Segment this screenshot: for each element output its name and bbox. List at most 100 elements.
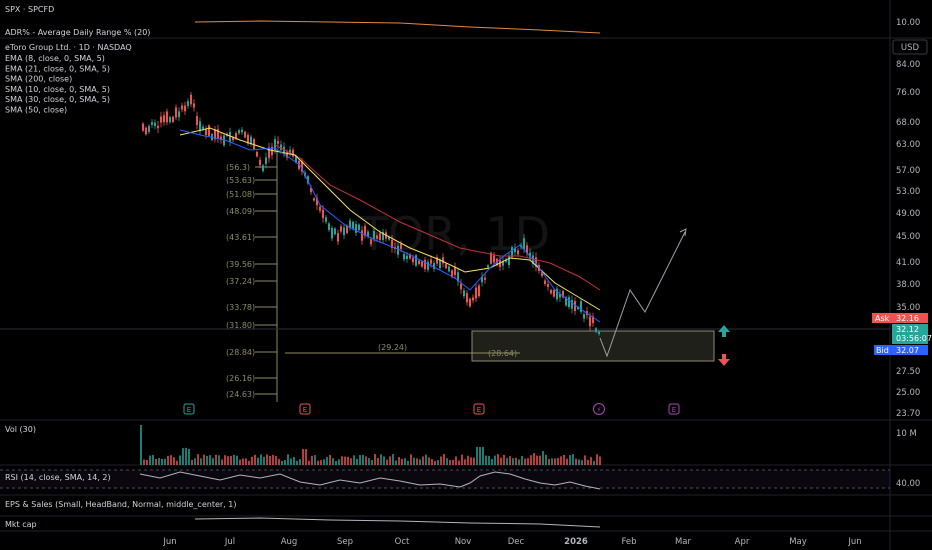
volume-bar [596,454,598,465]
candle-body [331,227,333,239]
volume-bar [179,455,181,465]
candle-body [553,290,555,297]
volume-bar [233,454,235,465]
volume-bar [554,458,556,465]
candle-body [328,223,330,230]
candle-body [175,107,177,118]
volume-bar [347,456,349,465]
candle-body [241,129,243,133]
volume-bar [389,456,391,465]
candle-body [484,277,486,280]
volume-bar [530,455,532,465]
main-chart-title[interactable]: eToro Group Ltd. · 1D · NASDAQ [5,43,132,52]
indicator-legend-item[interactable]: SMA (30, close, 0, SMA, 5) [5,95,110,104]
candle-body [472,297,474,301]
candle-body [229,132,231,142]
candle-body [400,244,402,249]
zone-label-lower: (28.64) [488,349,517,358]
candle-body [487,265,489,268]
chart-root[interactable]: TOR, 1D SPX · SPCFD ADR% - Average Daily… [0,0,932,550]
candle-body [166,111,168,123]
volume-bar [572,454,574,465]
candle-body [292,149,294,157]
earnings-marker-label: E [187,406,191,414]
candle-body [442,257,444,264]
volume-bar [299,459,301,465]
volume-bar [191,459,193,465]
volume-bar [155,458,157,465]
indicator-legend-item[interactable]: SMA (10, close, 0, SMA, 5) [5,85,110,94]
indicator-legend-item[interactable]: EMA (21, close, 0, SMA, 5) [5,64,110,73]
fib-level-label: (39.56) [226,260,255,269]
indicator-legend-item[interactable]: EMA (8, close, 0, SMA, 5) [5,54,105,63]
volume-bar [296,460,298,465]
candle-body [568,297,570,307]
time-axis-tick: Mar [675,537,692,547]
time-axis-tick: Jun [847,537,861,547]
volume-bar [482,447,484,465]
volume-bar [401,458,403,465]
volume-bar [461,454,463,465]
volume-bar [293,456,295,465]
candle-body [181,105,183,110]
volume-bar [317,460,319,465]
volume-bar [497,454,499,465]
candle-body [244,131,246,138]
volume-bar [242,458,244,465]
candle-body [355,224,357,233]
time-axis-tick: May [789,537,807,547]
volume-bar [533,453,535,465]
vol-pane-label[interactable]: Vol (30) [5,425,36,434]
candle-body [256,151,258,157]
volume-bar [164,458,166,465]
volume-bar [332,458,334,465]
volume-bar [470,457,472,465]
candle-body [478,285,480,297]
candle-body [493,255,495,263]
candle-body [379,233,381,240]
earnings-marker-label: E [672,406,676,414]
volume-bar [590,457,592,465]
candle-body [334,228,336,235]
volume-bar [371,460,373,465]
candle-body [235,133,237,139]
candle-body [403,253,405,260]
volume-bar [491,459,493,465]
candle-body [277,141,279,144]
volume-bar [392,454,394,465]
volume-bar [512,458,514,465]
price-axis-tick: 41.00 [896,258,920,268]
candle-body [313,198,315,201]
volume-bar [527,458,529,465]
price-axis-tick: 68.00 [896,118,920,128]
candle-body [262,165,264,172]
indicator-legend-item[interactable]: SMA (200, close) [5,75,72,84]
candle-body [544,280,546,284]
price-axis-tick: 84.00 [896,60,920,70]
indicator-legend-item[interactable]: SMA (50, close) [5,106,67,115]
price-axis-tick: 38.00 [896,280,920,290]
candle-body [178,111,180,118]
candle-body [412,257,414,263]
candle-body [445,263,447,269]
time-axis-tick: Feb [621,537,636,547]
rsi-pane-label[interactable]: RSI (14, close, SMA, 14, 2) [5,473,111,482]
volume-bar [581,460,583,465]
volume-bar [488,455,490,465]
volume-bar [245,458,247,465]
eps-pane-label[interactable]: EPS & Sales (Small, HeadBand, Normal, mi… [5,500,236,509]
volume-bar [176,460,178,465]
volume-bar [575,458,577,465]
candle-body [550,289,552,294]
zone-label-upper: (29.24) [378,343,407,352]
volume-bar [452,459,454,465]
mcap-pane-label[interactable]: Mkt cap [5,520,37,529]
volume-bar [260,454,262,465]
volume-bar [587,459,589,465]
volume-bar [203,454,205,465]
volume-bar [473,457,475,465]
volume-bar [188,448,190,465]
volume-bar [446,458,448,465]
volume-bar [464,459,466,465]
price-axis-tick: 57.00 [896,166,920,176]
